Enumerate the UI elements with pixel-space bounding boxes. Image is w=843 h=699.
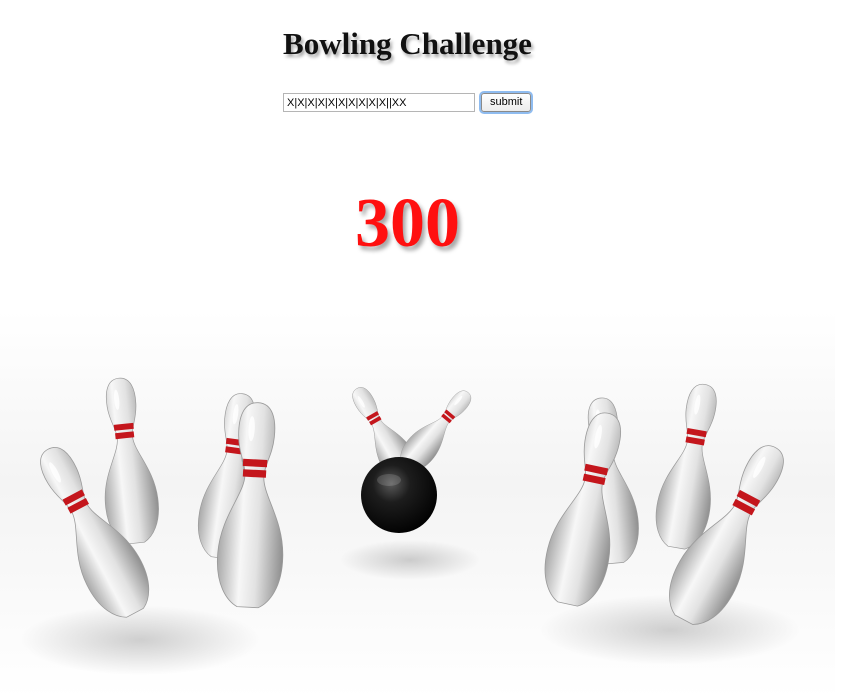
rolls-input[interactable] [283, 93, 475, 112]
page-title: Bowling Challenge [283, 26, 532, 61]
total-score: 300 [355, 185, 460, 262]
bowling-pins-illustration [0, 310, 835, 699]
submit-button[interactable]: submit [481, 93, 532, 112]
score-form: submit [283, 93, 532, 112]
